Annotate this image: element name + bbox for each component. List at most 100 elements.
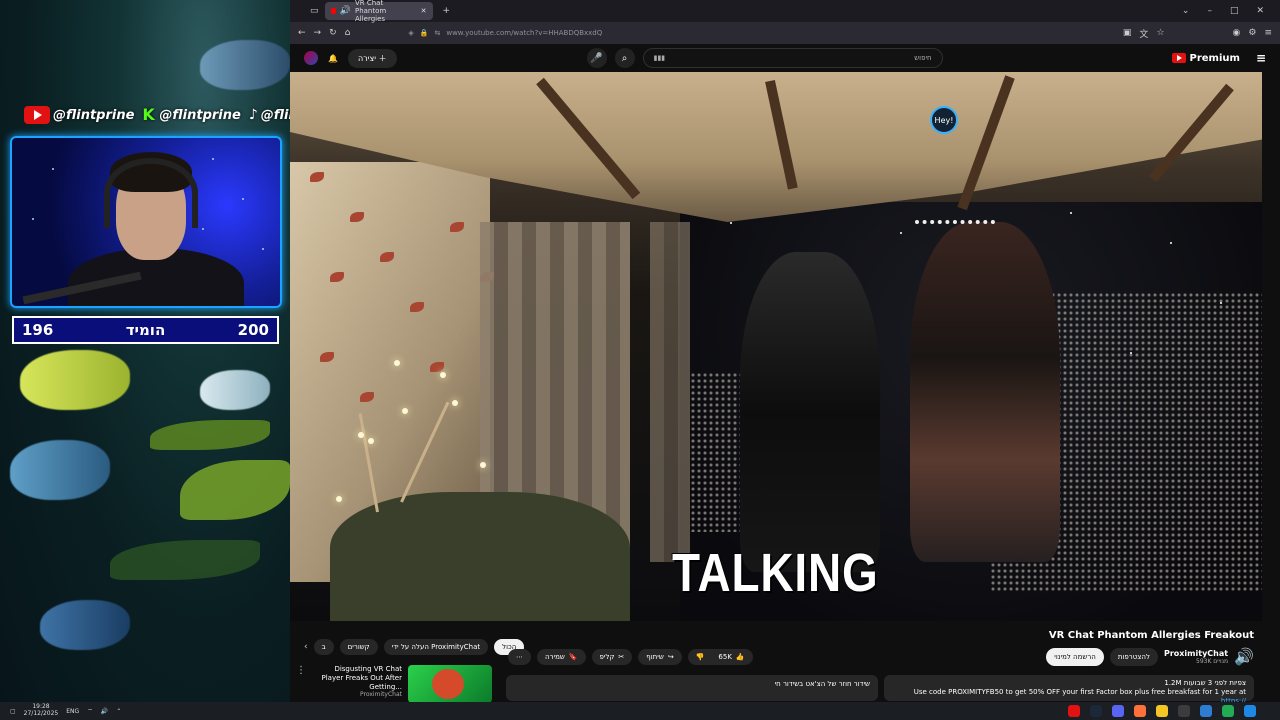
- system-tray-icon[interactable]: ⌃: [116, 708, 121, 715]
- maximize-button[interactable]: □: [1230, 6, 1239, 16]
- account-icon[interactable]: ◉: [1233, 28, 1241, 38]
- plant-decoration: [180, 460, 290, 520]
- youtube-handle: @flintprine: [24, 106, 134, 124]
- extensions-icon[interactable]: ⚙: [1248, 28, 1256, 38]
- youtube-logo-icon: [1171, 53, 1186, 63]
- rec-channel: ProximityChat: [360, 691, 402, 699]
- like-icon[interactable]: 👍: [736, 653, 745, 661]
- plant-decoration: [110, 540, 260, 580]
- like-count: 65K: [718, 653, 732, 661]
- curtain: [650, 222, 690, 562]
- youtube-premium-logo[interactable]: Premium ≡: [1171, 51, 1266, 65]
- notification-icon[interactable]: ▢: [10, 708, 16, 715]
- chip-uploader[interactable]: העלה על ידי ProximityChat: [383, 639, 489, 655]
- counter-label: הומיד: [125, 321, 166, 339]
- clip-button[interactable]: קליפ ✂: [591, 649, 633, 665]
- channel-avatar-icon[interactable]: 🔊: [1234, 647, 1254, 666]
- video-player[interactable]: Hey! TALKING: [290, 72, 1262, 621]
- rec-title[interactable]: Disgusting VR Chat Player Freaks Out Aft…: [312, 665, 403, 691]
- steam-icon[interactable]: [1090, 705, 1102, 717]
- obs-icon[interactable]: [1178, 705, 1190, 717]
- create-button[interactable]: יצירה ＋: [347, 48, 397, 68]
- app-icon[interactable]: [1222, 705, 1234, 717]
- app-icon[interactable]: [1200, 705, 1212, 717]
- kick-handle: K @flintprine: [142, 107, 240, 123]
- voice-search-icon[interactable]: 🎤: [586, 48, 607, 68]
- youtube-header: 🔔 יצירה ＋ 🎤 ⌕ ▮▮▮ חיפוש Premium ≡: [290, 44, 1280, 72]
- notifications-bell-icon[interactable]: 🔔: [328, 54, 338, 63]
- reader-icon[interactable]: ▣: [1123, 28, 1132, 38]
- chevron-left-icon[interactable]: ‹: [304, 642, 308, 652]
- tab-title: VR Chat Phantom Allergies: [354, 0, 387, 23]
- youtube-favicon-icon: [330, 8, 336, 14]
- lock-icon[interactable]: 🔒: [420, 29, 429, 37]
- video-title: VR Chat Phantom Allergies Freakout: [1048, 630, 1254, 641]
- wifi-icon[interactable]: ⌔: [87, 707, 93, 715]
- join-button[interactable]: להצטרפות: [1109, 647, 1158, 666]
- chip-more[interactable]: ב: [313, 639, 334, 655]
- language-indicator[interactable]: ENG: [66, 708, 79, 715]
- home-icon[interactable]: ⌂: [345, 28, 351, 38]
- close-window-button[interactable]: ✕: [1256, 6, 1264, 16]
- new-tab-button[interactable]: +: [443, 6, 451, 16]
- channel-name[interactable]: ProximityChat: [1164, 649, 1228, 658]
- search-input[interactable]: ▮▮▮ חיפוש: [642, 48, 943, 68]
- like-dislike-group[interactable]: 👎 65K 👍: [687, 649, 753, 665]
- search-input-value: ▮▮▮: [653, 54, 666, 62]
- video-info: VR Chat Phantom Allergies Freakout ‹ ב ק…: [290, 621, 1280, 705]
- subscribe-button[interactable]: הרשמה למינוי: [1046, 647, 1104, 666]
- vr-avatar-maid-headband: [915, 220, 995, 234]
- tab-active[interactable]: 🔊 VR Chat Phantom Allergies ✕: [324, 0, 433, 23]
- tab-bar: ▭ 🔊 VR Chat Phantom Allergies ✕ + ⌄ – □ …: [290, 0, 1280, 23]
- translate-icon[interactable]: 文: [1139, 27, 1148, 40]
- counter-right-value: 200: [237, 321, 269, 339]
- menu-icon[interactable]: ≡: [1264, 28, 1272, 38]
- fish-decoration: [200, 370, 270, 410]
- chip-related[interactable]: קשורים: [339, 639, 378, 655]
- dislike-icon[interactable]: 👎: [696, 653, 705, 661]
- guide-menu-icon[interactable]: ≡: [1256, 51, 1266, 65]
- search-icon[interactable]: ⌕: [614, 48, 635, 68]
- minimize-button[interactable]: –: [1207, 6, 1212, 16]
- youtube-handle-text: @flintprine: [53, 107, 135, 123]
- back-button[interactable]: ←: [298, 28, 306, 38]
- url-bar[interactable]: ◈ 🔒 ⇆ www.youtube.com/watch?v=HHABDQBxxd…: [358, 29, 1115, 37]
- share-icon: ↪: [667, 653, 674, 661]
- forward-button[interactable]: →: [314, 28, 322, 38]
- windows-taskbar: ▢ 19:28 27/12/2025 ENG ⌔ 🔊 ⌃: [0, 702, 1280, 720]
- stream-overlay: @flintprine K @flintprine ♪ @flintprine …: [0, 0, 290, 702]
- hey-badge: Hey!: [930, 106, 958, 134]
- url-text[interactable]: www.youtube.com/watch?v=HHABDQBxxdQ: [446, 29, 602, 37]
- volume-icon[interactable]: 🔊: [101, 708, 108, 715]
- speaker-icon[interactable]: 🔊: [340, 6, 351, 16]
- save-button[interactable]: שמירה 🔖: [537, 649, 586, 665]
- search-area: 🎤 ⌕ ▮▮▮ חיפוש: [586, 48, 943, 68]
- tab-overview-icon[interactable]: ▭: [310, 6, 319, 16]
- video-description[interactable]: 1.2M צפיות לפני 3 שבועות Use code PROXIM…: [884, 675, 1254, 705]
- clock[interactable]: 19:28 27/12/2025: [24, 704, 59, 717]
- webcam-feed: [10, 136, 282, 308]
- youtube-app-icon[interactable]: [1068, 705, 1080, 717]
- rec-thumbnail[interactable]: [408, 665, 492, 703]
- share-button[interactable]: שיתוף ↪: [638, 649, 682, 665]
- video-caption: TALKING: [672, 543, 879, 603]
- discord-icon[interactable]: [1112, 705, 1124, 717]
- recommendation-item[interactable]: ⋮ Disgusting VR Chat Player Freaks Out A…: [296, 665, 492, 703]
- tab-close-icon[interactable]: ✕: [421, 7, 427, 15]
- fish-decoration: [10, 440, 110, 500]
- shield-icon[interactable]: ◈: [408, 29, 413, 37]
- more-actions-button[interactable]: ⋯: [508, 649, 531, 665]
- reload-button[interactable]: ↻: [329, 28, 337, 38]
- tab-list-icon[interactable]: ⌄: [1182, 6, 1190, 16]
- fish-decoration: [40, 600, 130, 650]
- start-menu-icon[interactable]: [1244, 705, 1256, 717]
- permissions-icon[interactable]: ⇆: [434, 29, 440, 37]
- youtube-icon: [24, 106, 50, 124]
- kick-icon: K: [142, 105, 155, 124]
- firefox-icon[interactable]: [1134, 705, 1146, 717]
- avatar[interactable]: [304, 51, 318, 65]
- bookmark-star-icon[interactable]: ☆: [1156, 28, 1164, 38]
- rec-menu-icon[interactable]: ⋮: [296, 665, 306, 703]
- file-explorer-icon[interactable]: [1156, 705, 1168, 717]
- live-chat-replay[interactable]: שידור חוזר של הצ'אט בשידור חי: [506, 675, 878, 701]
